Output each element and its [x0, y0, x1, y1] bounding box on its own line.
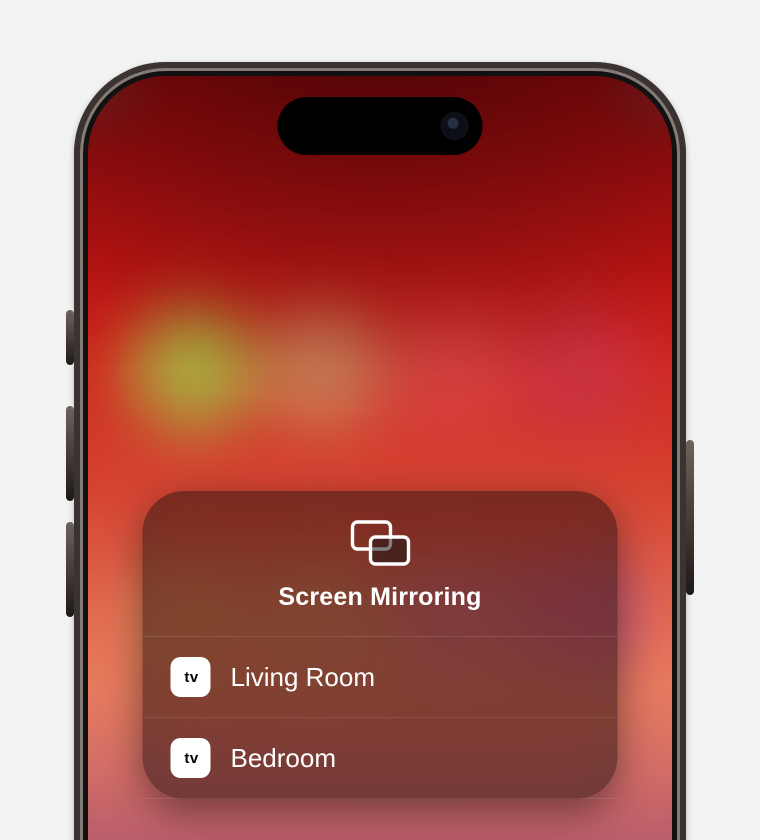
dynamic-island	[278, 97, 483, 155]
screen-mirroring-panel: Screen Mirroring tv Living Room tv Bedro…	[143, 491, 618, 799]
volume-up-button[interactable]	[66, 406, 74, 501]
panel-title: Screen Mirroring	[278, 583, 481, 612]
apple-tv-text: tv	[184, 670, 198, 685]
apple-tv-icon: tv	[171, 657, 211, 697]
device-name: Bedroom	[231, 743, 337, 774]
volume-down-button[interactable]	[66, 522, 74, 617]
power-button[interactable]	[686, 440, 694, 595]
phone-screen: Screen Mirroring tv Living Room tv Bedro…	[88, 76, 672, 840]
apple-tv-icon: tv	[171, 738, 211, 778]
mute-switch[interactable]	[66, 310, 74, 365]
mirroring-target-living-room[interactable]: tv Living Room	[143, 637, 618, 718]
panel-header: Screen Mirroring	[143, 491, 618, 637]
iphone-device-frame: Screen Mirroring tv Living Room tv Bedro…	[74, 62, 686, 840]
apple-tv-text: tv	[184, 751, 198, 766]
device-name: Living Room	[231, 662, 376, 693]
mirroring-target-bedroom[interactable]: tv Bedroom	[143, 718, 618, 799]
screen-mirroring-icon	[348, 519, 412, 567]
